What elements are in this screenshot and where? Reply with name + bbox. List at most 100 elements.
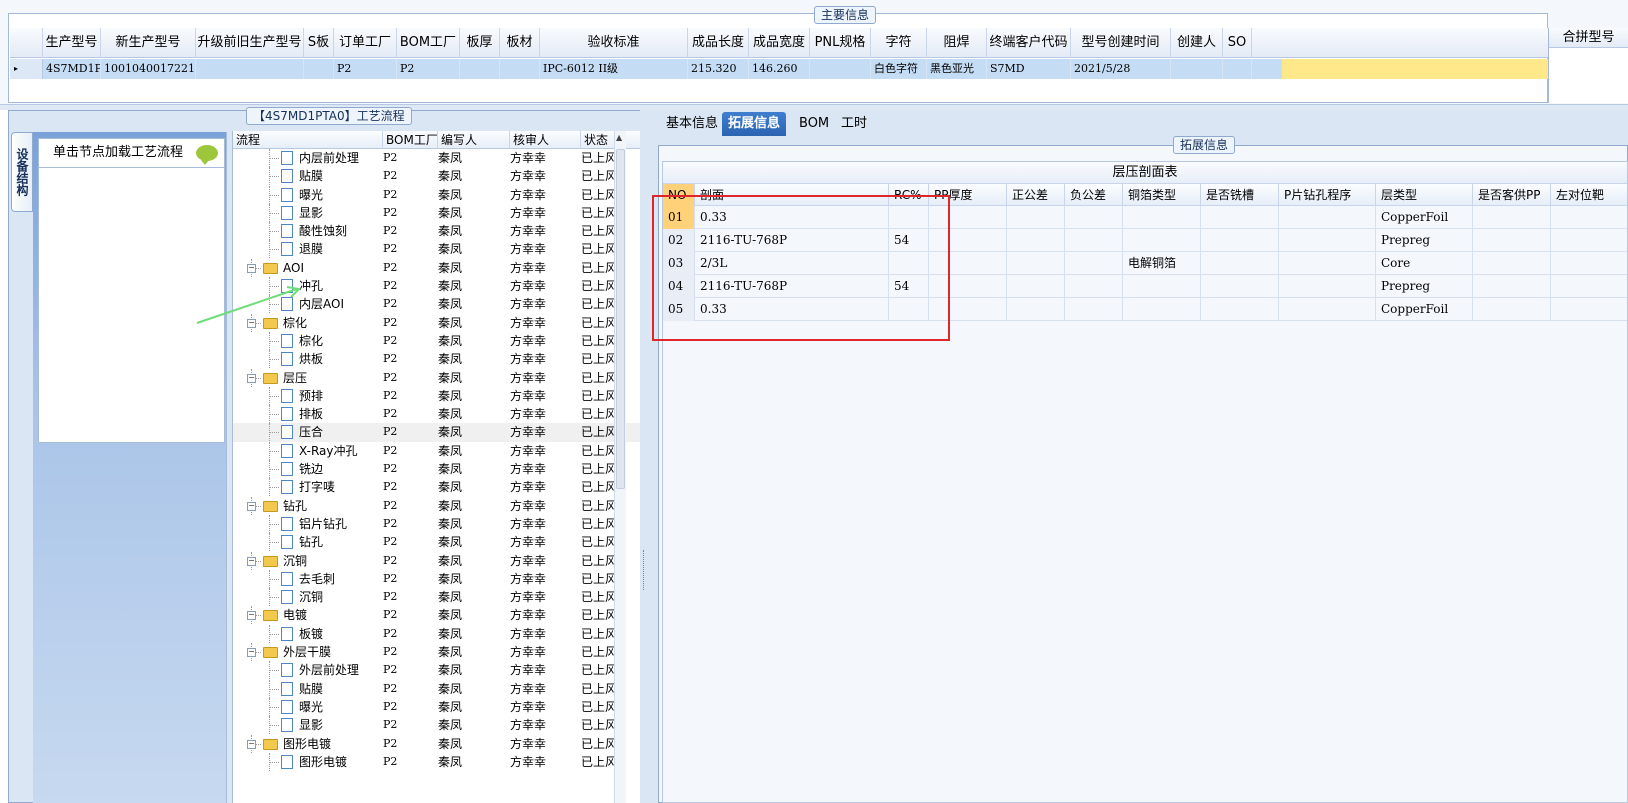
tree-row[interactable]: 预排 P2 秦凤 方幸幸 已上风	[233, 386, 640, 405]
tree-row[interactable]: 铝片钻孔 P2 秦凤 方幸幸 已上风	[233, 514, 640, 533]
tree-node-label[interactable]: 钻孔	[299, 533, 323, 551]
layer-cell[interactable]	[1473, 229, 1551, 252]
tab-work-hours[interactable]: 工时	[835, 112, 873, 136]
main-grid-cell[interactable]	[304, 59, 334, 79]
main-grid-cell[interactable]	[460, 59, 500, 79]
tree-node-label[interactable]: 贴膜	[299, 680, 323, 698]
tree-row[interactable]: 去毛刺 P2 秦凤 方幸幸 已上风	[233, 569, 640, 588]
tree-row[interactable]: 显影 P2 秦凤 方幸幸 已上风	[233, 716, 640, 735]
main-grid-header-cell[interactable]: 新生产型号	[101, 28, 196, 58]
tree-node-label[interactable]: 贴膜	[299, 167, 323, 185]
layer-header-cell[interactable]: P片钻孔程序	[1279, 184, 1376, 206]
tree-node-label[interactable]: 去毛刺	[299, 570, 335, 588]
tree-node-label[interactable]: 显影	[299, 204, 323, 222]
main-grid-cell[interactable]	[500, 59, 540, 79]
layer-cell[interactable]	[1065, 252, 1123, 275]
tree-node-label[interactable]: 沉铜	[299, 588, 323, 606]
layer-cell[interactable]	[1007, 206, 1065, 229]
tree-header-cell[interactable]: 编写人	[438, 131, 510, 149]
tree-node-label[interactable]: 图形电镀	[299, 753, 347, 771]
tree-row[interactable]: 贴膜 P2 秦凤 方幸幸 已上风	[233, 167, 640, 186]
tree-node-label[interactable]: 铣边	[299, 460, 323, 478]
tree-node-label[interactable]: 酸性蚀刻	[299, 222, 347, 240]
tree-node-label[interactable]: 退膜	[299, 240, 323, 258]
tree-row[interactable]: − 层压 P2 秦凤 方幸幸 已上风	[233, 368, 640, 387]
layer-header-cell[interactable]: 铜箔类型	[1123, 184, 1201, 206]
collapse-icon[interactable]: −	[247, 556, 256, 566]
layer-cell[interactable]	[1065, 275, 1123, 298]
main-grid-header-cell[interactable]: 型号创建时间	[1071, 28, 1171, 58]
collapse-icon[interactable]: −	[247, 739, 256, 749]
layer-cell[interactable]	[1007, 298, 1065, 321]
main-grid-header-cell[interactable]: 终端客户代码	[987, 28, 1071, 58]
main-grid-header-cell[interactable]: 成品宽度	[749, 28, 810, 58]
tree-node-label[interactable]: 板镀	[299, 625, 323, 643]
tree-row[interactable]: − 外层干膜 P2 秦凤 方幸幸 已上风	[233, 643, 640, 662]
main-grid-cell[interactable]	[1171, 59, 1223, 79]
main-grid-cell[interactable]: P2	[397, 59, 460, 79]
tree-node-label[interactable]: 预排	[299, 387, 323, 405]
tree-row[interactable]: 压合 P2 秦凤 方幸幸 已上风	[233, 423, 640, 442]
main-grid-header-cell[interactable]: S板	[304, 28, 334, 58]
main-grid-cell[interactable]	[1223, 59, 1252, 79]
layer-cell[interactable]: CopperFoil	[1376, 206, 1473, 229]
tree-node-label[interactable]: 曝光	[299, 186, 323, 204]
middle-splitter[interactable]	[640, 110, 650, 803]
main-grid-header-cell[interactable]: 订单工厂	[334, 28, 397, 58]
layer-header-cell[interactable]: 左对位靶	[1551, 184, 1627, 206]
splitter-grip[interactable]	[643, 550, 646, 590]
tab-bom[interactable]: BOM	[793, 112, 835, 136]
layer-cell[interactable]	[1279, 229, 1376, 252]
tree-node-label[interactable]: 显影	[299, 716, 323, 734]
layer-header-cell[interactable]: 层类型	[1376, 184, 1473, 206]
main-grid-cell[interactable]: S7MD	[987, 59, 1071, 79]
main-grid-cell[interactable]: 2021/5/28	[1071, 59, 1171, 79]
tree-row[interactable]: 内层前处理 P2 秦凤 方幸幸 已上风	[233, 149, 640, 167]
tree-node-label[interactable]: 沉铜	[283, 552, 307, 570]
row-selector[interactable]: ▸	[10, 59, 43, 79]
layer-cell[interactable]: Core	[1376, 252, 1473, 275]
layer-cell[interactable]	[1065, 229, 1123, 252]
main-grid-header-cell[interactable]: 板厚	[460, 28, 500, 58]
tree-row[interactable]: 图形电镀 P2 秦凤 方幸幸 已上风	[233, 752, 640, 771]
tree-row[interactable]: 打字唛 P2 秦凤 方幸幸 已上风	[233, 478, 640, 497]
main-grid-header-cell[interactable]: 创建人	[1171, 28, 1223, 58]
tree-row[interactable]: 退膜 P2 秦凤 方幸幸 已上风	[233, 240, 640, 259]
layer-cell[interactable]	[1279, 206, 1376, 229]
tree-row[interactable]: 显影 P2 秦凤 方幸幸 已上风	[233, 203, 640, 222]
tree-row[interactable]: 排板 P2 秦凤 方幸幸 已上风	[233, 405, 640, 424]
tree-node-label[interactable]: 内层AOI	[299, 295, 344, 313]
layer-cell[interactable]	[1123, 275, 1201, 298]
layer-cell[interactable]	[1279, 298, 1376, 321]
collapse-icon[interactable]: −	[247, 611, 256, 621]
layer-cell[interactable]: Prepreg	[1376, 275, 1473, 298]
layer-cell[interactable]	[1007, 275, 1065, 298]
layer-header-cell[interactable]: 负公差	[1065, 184, 1123, 206]
layer-cell[interactable]	[1551, 206, 1627, 229]
tree-row[interactable]: 板镀 P2 秦凤 方幸幸 已上风	[233, 624, 640, 643]
tree-node-label[interactable]: 打字唛	[299, 478, 335, 496]
main-grid-header-cell[interactable]: SO	[1223, 28, 1252, 58]
layer-header-cell[interactable]: 是否铣槽	[1201, 184, 1279, 206]
main-grid-cell[interactable]: 215.320	[688, 59, 749, 79]
tree-header-cell[interactable]: BOM工厂	[383, 131, 438, 149]
main-grid-header-cell[interactable]: BOM工厂	[397, 28, 460, 58]
layer-cell[interactable]	[1201, 298, 1279, 321]
layer-cell[interactable]	[1551, 275, 1627, 298]
tree-node-label[interactable]: 外层前处理	[299, 661, 359, 679]
main-grid-cell[interactable]: P2	[334, 59, 397, 79]
tree-scrollbar[interactable]: ▲	[614, 131, 626, 803]
layer-cell[interactable]	[1123, 298, 1201, 321]
tree-node-label[interactable]: 外层干膜	[283, 643, 331, 661]
tree-row[interactable]: 曝光 P2 秦凤 方幸幸 已上风	[233, 185, 640, 204]
layer-cell[interactable]	[1065, 206, 1123, 229]
main-grid-cell[interactable]: 10010400172211	[101, 59, 196, 79]
tree-row[interactable]: − AOI P2 秦凤 方幸幸 已上风	[233, 258, 640, 277]
tree-row[interactable]: − 钻孔 P2 秦凤 方幸幸 已上风	[233, 496, 640, 515]
main-grid-cell[interactable]: 白色字符	[871, 59, 927, 79]
tree-row[interactable]: 外层前处理 P2 秦凤 方幸幸 已上风	[233, 661, 640, 680]
collapse-icon[interactable]: −	[247, 501, 256, 511]
collapse-icon[interactable]: −	[247, 373, 256, 383]
tree-node-label[interactable]: 电镀	[283, 606, 307, 624]
tree-row[interactable]: 沉铜 P2 秦凤 方幸幸 已上风	[233, 588, 640, 607]
